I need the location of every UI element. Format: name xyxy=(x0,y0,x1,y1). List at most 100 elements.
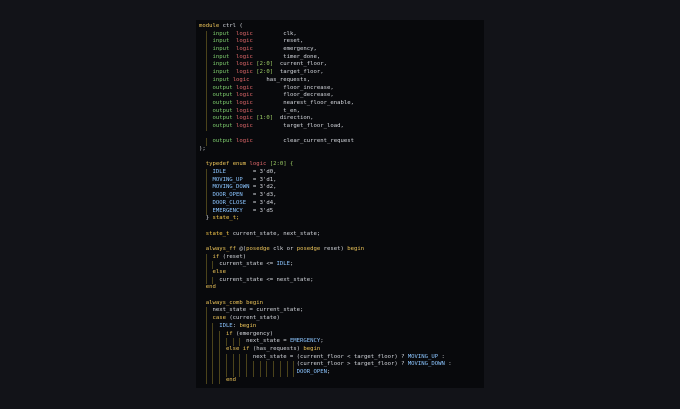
indent-guide xyxy=(232,353,234,362)
code-token: always_ff xyxy=(199,245,240,252)
code-token: direction, xyxy=(273,115,314,122)
code-token: begin xyxy=(347,245,365,252)
code-token: = 3'd4, xyxy=(246,199,277,206)
indent-guide xyxy=(266,368,268,377)
code-token: floor_decrease, xyxy=(252,92,334,99)
indent-guide xyxy=(205,99,207,108)
indent-guide xyxy=(205,192,207,200)
code-editor[interactable]: module ctrl ( input logic clk, input log… xyxy=(196,20,484,388)
indent-guide xyxy=(259,361,261,369)
code-line: next_state = EMERGENCY; xyxy=(199,338,452,346)
code-token: output xyxy=(199,138,233,145)
indent-guide xyxy=(212,368,214,377)
indent-guide xyxy=(205,368,207,377)
code-line: else xyxy=(199,269,452,277)
code-line: (current_floor > target_floor) ? MOVING_… xyxy=(199,361,452,369)
code-line: output logic clear_current_request xyxy=(199,138,452,146)
code-token: output xyxy=(199,99,233,106)
code-token: [2:0] xyxy=(252,61,274,68)
indent-guide xyxy=(205,122,207,131)
code-token: begin xyxy=(246,299,263,306)
indent-guide xyxy=(246,361,248,369)
code-line: always_comb begin xyxy=(199,300,452,308)
code-token: logic xyxy=(232,61,253,68)
code-line: DOOR_OPEN = 3'd3, xyxy=(199,192,452,200)
indent-guide xyxy=(286,361,288,369)
code-line: output logic target_floor_load, xyxy=(199,122,452,131)
code-token: always_comb xyxy=(199,299,247,306)
code-line: input logic has_requests, xyxy=(199,76,452,85)
indent-guide xyxy=(232,368,234,377)
code-token: logic xyxy=(232,38,253,45)
code-line: end xyxy=(199,284,452,292)
code-token: logic xyxy=(232,138,253,145)
indent-guide xyxy=(205,176,207,185)
code-token: logic xyxy=(232,84,253,91)
indent-guide xyxy=(232,361,234,369)
code-token: logic xyxy=(232,115,253,122)
indent-guide xyxy=(205,138,207,146)
code-token: (emergency) xyxy=(236,330,274,337)
indent-guide xyxy=(279,361,281,369)
indent-guide xyxy=(273,361,275,369)
code-line: case (current_state) xyxy=(199,315,452,323)
indent-guide xyxy=(205,253,207,262)
code-token: output xyxy=(199,115,233,122)
code-token: = 3'd3, xyxy=(242,192,277,199)
code-token: current_state <= xyxy=(199,261,277,268)
code-line: output logic floor_decrease, xyxy=(199,92,452,100)
indent-guide xyxy=(239,368,241,377)
code-line: output logic t_en, xyxy=(199,107,452,116)
code-token: emergency, xyxy=(252,46,317,53)
code-token: logic xyxy=(232,69,253,76)
code-line: typedef enum logic [2:0] { xyxy=(199,161,452,169)
code-token: ; xyxy=(326,368,331,375)
indent-guide xyxy=(212,338,214,346)
indent-guide xyxy=(205,107,207,116)
code-token: logic xyxy=(232,92,253,99)
code-token: MOVING_DOWN xyxy=(407,361,445,368)
indent-guide xyxy=(205,184,207,193)
code-token: begin xyxy=(303,345,321,352)
code-token: state_t; xyxy=(212,215,240,222)
code-token: IDLE xyxy=(199,169,226,176)
code-token: next_state = current_state; xyxy=(199,307,304,314)
code-token: input xyxy=(199,46,233,53)
code-line: EMERGENCY = 3'd5 xyxy=(199,207,452,216)
code-token: input xyxy=(199,30,233,37)
indent-guide xyxy=(252,368,254,377)
code-line: } state_t; xyxy=(199,215,452,223)
indent-guide xyxy=(293,368,295,377)
indent-guide xyxy=(212,330,214,339)
indent-guide xyxy=(212,276,214,285)
indent-guide xyxy=(205,53,207,62)
indent-guide xyxy=(273,368,275,377)
code-content[interactable]: module ctrl ( input logic clk, input log… xyxy=(199,23,452,385)
indent-guide xyxy=(246,368,248,377)
code-line: next_state = current_state; xyxy=(199,307,452,316)
code-token: ); xyxy=(199,146,206,152)
indent-guide xyxy=(246,353,248,362)
code-token: input xyxy=(199,61,233,68)
indent-guide xyxy=(205,338,207,346)
code-token: DOOR_OPEN xyxy=(296,368,327,375)
indent-guide xyxy=(205,276,207,285)
code-token: output xyxy=(199,84,233,91)
indent-guide xyxy=(212,353,214,362)
code-token: current_floor, xyxy=(273,61,328,68)
indent-guide xyxy=(212,261,214,269)
indent-guide xyxy=(205,353,207,362)
code-token: logic xyxy=(249,161,270,168)
code-token: = 3'd2, xyxy=(249,184,277,191)
code-token: : xyxy=(438,353,445,360)
indent-guide xyxy=(219,361,221,369)
indent-guide xyxy=(212,345,214,354)
code-token: nearest_floor_enable, xyxy=(252,99,354,106)
code-line: DOOR_OPEN; xyxy=(199,368,452,377)
code-token: logic xyxy=(232,53,253,60)
code-token: state_t xyxy=(199,230,233,237)
code-token: [2:0] xyxy=(252,69,274,76)
